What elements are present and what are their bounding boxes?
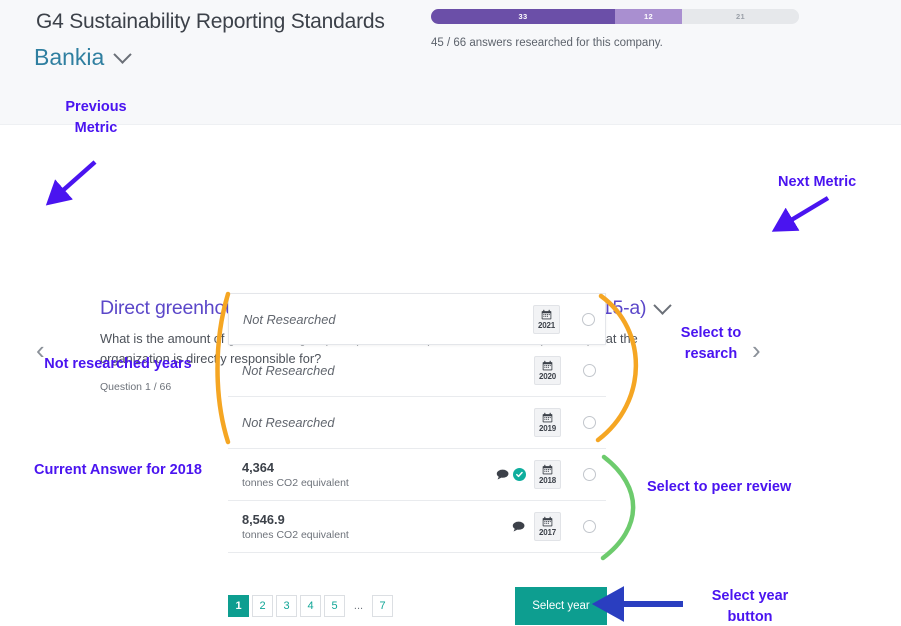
select-year-button[interactable]: Select year <box>515 587 607 625</box>
research-progress: 33 12 21 45 / 66 answers researched for th… <box>431 9 799 49</box>
answer-not-researched: Not Researched <box>242 415 335 430</box>
calendar-icon <box>541 309 552 319</box>
answer-value: 4,364 <box>242 459 275 475</box>
annotation-select-year-btn: Select year button <box>711 588 789 626</box>
answer-value-cell: 8,546.9 tonnes CO2 equivalent <box>242 511 512 542</box>
company-selector[interactable]: Bankia <box>34 44 133 71</box>
company-name: Bankia <box>34 44 105 70</box>
year-label: 2020 <box>539 372 556 381</box>
table-footer: 1 2 3 4 5... 7 Select year <box>228 587 607 625</box>
answer-status-icons <box>496 468 526 481</box>
progress-caption: 45 / 66 answers researched for this comp… <box>431 37 663 49</box>
annotation-select-research: Select to resarch <box>680 325 742 363</box>
arrow-next-metric <box>771 196 830 232</box>
year-badge[interactable]: 2017 <box>534 512 561 541</box>
arrow-previous-metric <box>45 160 97 206</box>
year-badge[interactable]: 2021 <box>533 304 560 334</box>
answer-value-cell: Not Researched <box>242 363 526 378</box>
progress-segment-remaining: 21 <box>681 9 799 24</box>
answer-value-cell: 4,364 tonnes CO2 equivalent <box>242 459 496 490</box>
answer-not-researched: Not Researched <box>243 311 336 327</box>
answer-row[interactable]: Not Researched 2021 <box>228 293 606 345</box>
radio-button-icon[interactable] <box>583 468 596 481</box>
answer-value-cell: Not Researched <box>242 415 526 430</box>
year-label: 2017 <box>539 528 556 537</box>
answer-status-icons <box>512 521 526 532</box>
pagination-page-5[interactable]: 5 <box>324 595 345 617</box>
answer-row[interactable]: 4,364 tonnes CO2 equivalent 2018 <box>228 449 606 501</box>
answers-table: Not Researched 2021 Not Researched 2020 Not … <box>228 293 606 553</box>
year-label: 2021 <box>538 320 555 330</box>
pagination[interactable]: 1 2 3 4 5... 7 <box>228 595 393 617</box>
answer-row[interactable]: Not Researched 2020 <box>228 345 606 397</box>
annotation-previous-metric: Previous Metric <box>65 99 127 137</box>
calendar-icon <box>542 412 553 423</box>
chevron-down-icon[interactable] <box>653 296 673 315</box>
year-label: 2019 <box>539 424 556 433</box>
answer-row[interactable]: Not Researched 2019 <box>228 397 606 449</box>
answer-value: 8,546.9 <box>242 511 285 527</box>
calendar-icon <box>542 360 553 371</box>
page-title: G4 Sustainability Reporting Standards <box>36 10 385 33</box>
progress-bar: 33 12 21 <box>431 9 799 24</box>
year-label: 2018 <box>539 476 556 485</box>
answer-value-cell: Not Researched <box>243 312 525 327</box>
annotation-current-answer: Current Answer for 2018 <box>34 462 202 478</box>
annotation-select-peer: Select to peer review <box>647 479 792 495</box>
chevron-down-icon <box>113 45 133 64</box>
annotation-next-metric: Next Metric <box>778 174 857 190</box>
pagination-page-1[interactable]: 1 <box>228 595 249 617</box>
pagination-page-4[interactable]: 4 <box>300 595 321 617</box>
progress-segment-peer-reviewed: 12 <box>615 9 682 24</box>
annotation-not-researched: Not researched years <box>44 356 192 372</box>
radio-button-icon[interactable] <box>583 364 596 377</box>
year-badge[interactable]: 2019 <box>534 408 561 437</box>
answer-row[interactable]: 8,546.9 tonnes CO2 equivalent 2017 <box>228 501 606 553</box>
comment-bubble-icon[interactable] <box>496 469 510 480</box>
check-circle-icon <box>513 468 526 481</box>
year-badge[interactable]: 2020 <box>534 356 561 385</box>
pagination-page-3[interactable]: 3 <box>276 595 297 617</box>
pagination-page-7[interactable]: 7 <box>372 595 393 617</box>
progress-segment-researched: 33 <box>431 9 615 24</box>
calendar-icon <box>542 464 553 475</box>
comment-bubble-icon[interactable] <box>512 521 526 532</box>
year-badge[interactable]: 2018 <box>534 460 561 489</box>
answer-unit: tonnes CO2 equivalent <box>242 477 349 490</box>
radio-button-icon[interactable] <box>583 416 596 429</box>
brace-select-peer-review <box>600 454 636 561</box>
answer-unit: tonnes CO2 equivalent <box>242 529 349 542</box>
calendar-icon <box>542 516 553 527</box>
pagination-page-2[interactable]: 2 <box>252 595 273 617</box>
pagination-page-ellipsis: ... <box>353 600 364 612</box>
radio-button-icon[interactable] <box>582 312 595 326</box>
radio-button-icon[interactable] <box>583 520 596 533</box>
answer-not-researched: Not Researched <box>242 363 335 378</box>
